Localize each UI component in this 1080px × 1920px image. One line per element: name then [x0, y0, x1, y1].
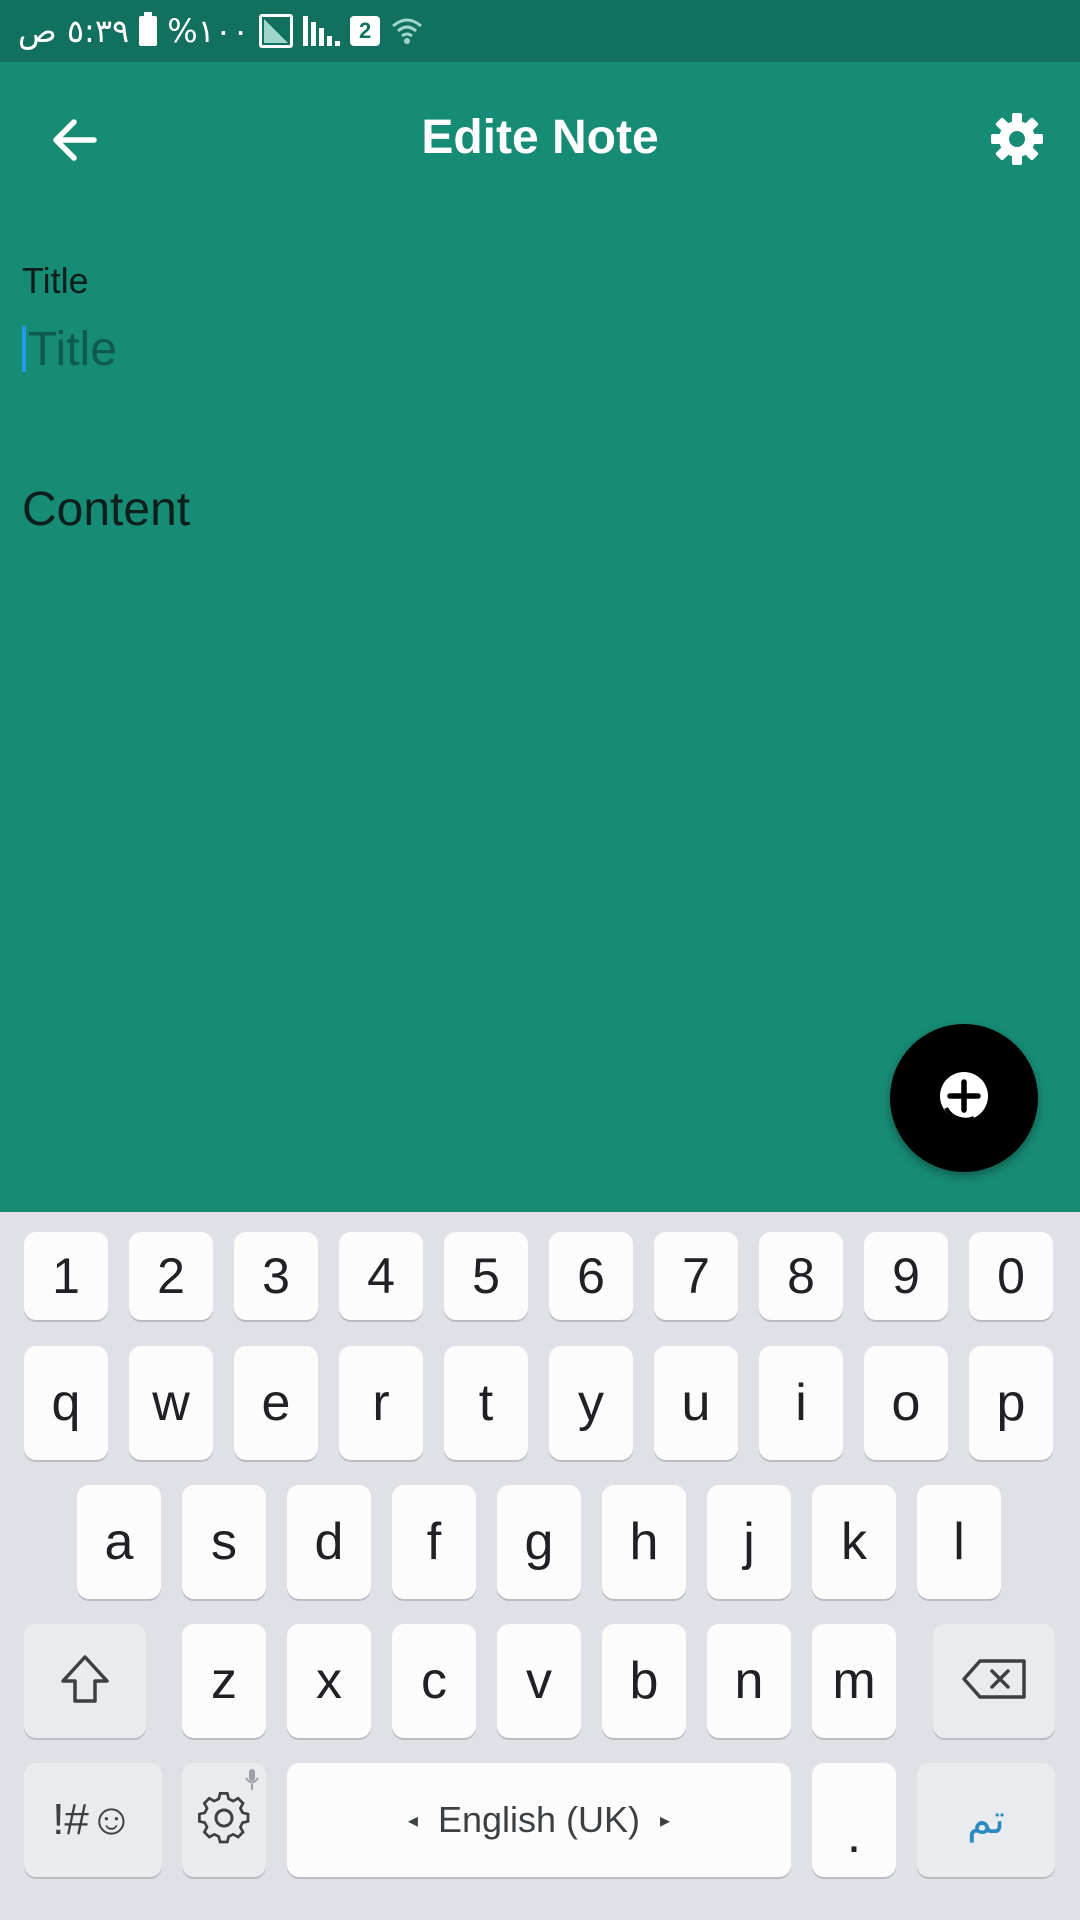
back-button[interactable] — [40, 108, 108, 176]
key-l[interactable]: l — [917, 1485, 1001, 1599]
symbols-key[interactable]: !#☺ — [24, 1763, 162, 1877]
gear-icon — [989, 111, 1045, 172]
key-e[interactable]: e — [234, 1346, 318, 1460]
key-1[interactable]: 1 — [24, 1232, 108, 1320]
no-sim-icon — [259, 0, 294, 62]
content-input[interactable]: Content — [22, 482, 1052, 562]
key-g[interactable]: g — [497, 1485, 581, 1599]
status-time: ٥:٣٩ ص — [18, 12, 130, 50]
key-q[interactable]: q — [24, 1346, 108, 1460]
title-label: Title — [22, 260, 89, 301]
space-key[interactable]: ◂ English (UK) ▸ — [287, 1763, 791, 1877]
key-3[interactable]: 3 — [234, 1232, 318, 1320]
title-placeholder: Title — [28, 322, 117, 376]
key-o[interactable]: o — [864, 1346, 948, 1460]
key-9[interactable]: 9 — [864, 1232, 948, 1320]
keyboard-settings-key[interactable] — [182, 1763, 266, 1877]
key-8[interactable]: 8 — [759, 1232, 843, 1320]
key-4[interactable]: 4 — [339, 1232, 423, 1320]
key-r[interactable]: r — [339, 1346, 423, 1460]
key-j[interactable]: j — [707, 1485, 791, 1599]
plus-circle-icon — [936, 1068, 992, 1129]
key-s[interactable]: s — [182, 1485, 266, 1599]
done-key[interactable]: تم — [917, 1763, 1055, 1877]
key-i[interactable]: i — [759, 1346, 843, 1460]
language-prev-icon: ◂ — [407, 1809, 418, 1832]
status-bar: ٥:٣٩ ص %١٠٠ 2 — [0, 0, 1080, 62]
settings-button[interactable] — [982, 106, 1052, 176]
sim-badge-icon: 2 — [350, 0, 381, 62]
key-v[interactable]: v — [497, 1624, 581, 1738]
battery-percentage: %١٠٠ — [167, 12, 250, 50]
language-next-icon: ▸ — [660, 1809, 671, 1832]
key-h[interactable]: h — [602, 1485, 686, 1599]
backspace-key[interactable] — [933, 1624, 1055, 1738]
key-7[interactable]: 7 — [654, 1232, 738, 1320]
key-6[interactable]: 6 — [549, 1232, 633, 1320]
period-key[interactable]: . — [812, 1763, 896, 1877]
battery-icon — [139, 0, 158, 62]
space-language-label: English (UK) — [437, 1799, 641, 1840]
sim-badge: 2 — [350, 16, 381, 46]
backspace-icon — [960, 1657, 1028, 1706]
key-k[interactable]: k — [812, 1485, 896, 1599]
key-b[interactable]: b — [602, 1624, 686, 1738]
shift-arrow-icon — [57, 1651, 113, 1712]
key-n[interactable]: n — [707, 1624, 791, 1738]
key-2[interactable]: 2 — [129, 1232, 213, 1320]
key-m[interactable]: m — [812, 1624, 896, 1738]
key-w[interactable]: w — [129, 1346, 213, 1460]
key-y[interactable]: y — [549, 1346, 633, 1460]
soft-keyboard: 1 2 3 4 5 6 7 8 9 0 q w e r t y u i o p … — [0, 1212, 1080, 1920]
key-x[interactable]: x — [287, 1624, 371, 1738]
key-5[interactable]: 5 — [444, 1232, 528, 1320]
wifi-icon — [390, 0, 424, 62]
key-p[interactable]: p — [969, 1346, 1053, 1460]
done-label: تم — [967, 1797, 1005, 1843]
key-f[interactable]: f — [392, 1485, 476, 1599]
shift-key[interactable] — [24, 1624, 146, 1738]
arrow-left-icon — [48, 114, 100, 171]
key-c[interactable]: c — [392, 1624, 476, 1738]
page-title: Edite Note — [421, 111, 659, 164]
note-editor: Edite Note Title Title Content — [0, 62, 1080, 1212]
period-label: . — [846, 1806, 862, 1864]
title-input[interactable]: Title — [22, 314, 1052, 384]
key-a[interactable]: a — [77, 1485, 161, 1599]
key-z[interactable]: z — [182, 1624, 266, 1738]
mic-icon — [244, 1767, 260, 1798]
symbols-label: !#☺ — [52, 1795, 134, 1844]
key-u[interactable]: u — [654, 1346, 738, 1460]
key-t[interactable]: t — [444, 1346, 528, 1460]
key-0[interactable]: 0 — [969, 1232, 1053, 1320]
signal-icon — [303, 0, 341, 62]
save-note-fab[interactable] — [890, 1024, 1038, 1172]
status-indicators: ٥:٣٩ ص %١٠٠ 2 — [18, 0, 424, 62]
key-d[interactable]: d — [287, 1485, 371, 1599]
text-cursor — [22, 326, 26, 372]
